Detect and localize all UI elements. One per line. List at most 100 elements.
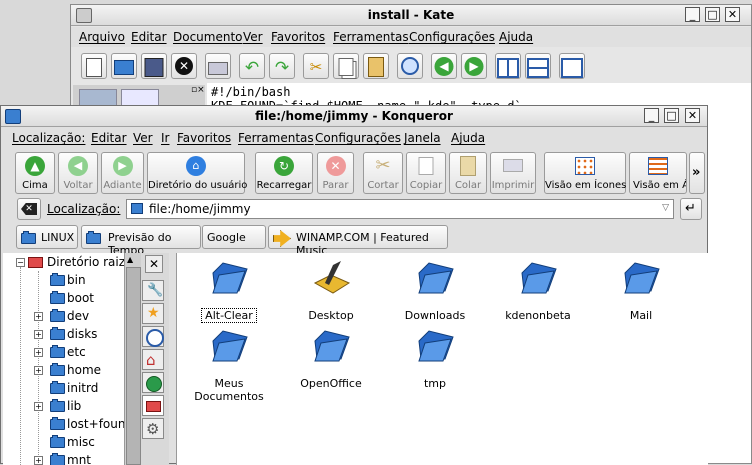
up-button[interactable]: ▲ Cima — [15, 152, 55, 194]
scroll-thumb[interactable] — [126, 267, 141, 465]
konq-titlebar[interactable]: file:/home/jimmy - Konqueror _ □ ✕ — [1, 106, 707, 127]
tree-expand-icon[interactable]: + — [34, 402, 43, 411]
kate-menu-arquivo[interactable]: Arquivo — [79, 30, 125, 44]
sidebar-tab-home[interactable]: ⌂ — [142, 349, 164, 370]
kate-split-vertical-button[interactable] — [495, 53, 521, 79]
file-item-meus-documentos[interactable]: Meus Documentos — [179, 329, 279, 403]
tree-item-initrd[interactable]: initrd — [3, 379, 123, 397]
navigation-tree-panel[interactable]: − Diretório raiz bin boot + dev + disks + e… — [3, 253, 142, 465]
kate-menu-documento[interactable]: Documento — [173, 30, 243, 44]
kate-redo-button[interactable]: ↷ — [269, 53, 295, 79]
scroll-up-arrow[interactable]: ▲ — [127, 255, 133, 264]
tree-item-lost-found[interactable]: lost+found — [3, 415, 133, 433]
tree-expand-icon[interactable]: + — [34, 366, 43, 375]
kate-menu-favoritos[interactable]: Favoritos — [271, 30, 325, 44]
icon-view-button[interactable]: Visão em Ícones — [544, 152, 626, 194]
kate-save-button[interactable] — [141, 53, 167, 79]
copy-button[interactable]: Copiar — [406, 152, 446, 194]
kate-menu-ferramentas[interactable]: Ferramentas — [333, 30, 409, 44]
tree-item-misc[interactable]: misc — [3, 433, 123, 451]
kate-paste-button[interactable] — [363, 53, 389, 79]
konq-menu-configuracoes[interactable]: Configurações — [315, 131, 401, 145]
location-dropdown-icon[interactable]: ▽ — [662, 203, 669, 213]
paste-button[interactable]: Colar — [449, 152, 487, 194]
tree-expand-icon[interactable]: + — [34, 348, 43, 357]
sidebar-tab-bookmarks[interactable]: ★ — [142, 303, 164, 324]
kate-close-view-button[interactable] — [559, 53, 585, 79]
kate-menu-ajuda[interactable]: Ajuda — [499, 30, 533, 44]
file-item-downloads[interactable]: Downloads — [385, 261, 485, 325]
konq-menu-localizacao[interactable]: Localização: — [12, 131, 85, 145]
tree-expand-icon[interactable]: + — [34, 330, 43, 339]
kate-open-button[interactable] — [111, 53, 137, 79]
konq-menu-ajuda[interactable]: Ajuda — [451, 131, 485, 145]
tree-item-home[interactable]: + home — [3, 361, 123, 379]
sidebar-tab-network[interactable] — [142, 372, 164, 393]
home-button[interactable]: ⌂ Diretório do usuário — [147, 152, 247, 194]
file-item-alt-clear[interactable]: Alt-Clear — [179, 261, 279, 325]
go-button[interactable]: ↵ — [680, 198, 702, 220]
konq-menu-ferramentas[interactable]: Ferramentas — [238, 131, 314, 145]
tree-item-bin[interactable]: bin — [3, 271, 123, 289]
kate-undo-button[interactable]: ↶ — [239, 53, 265, 79]
kate-minimize-button[interactable]: _ — [685, 7, 700, 22]
tree-root-collapse[interactable]: − — [16, 258, 25, 267]
kate-copy-button[interactable] — [333, 53, 359, 79]
kate-close-doc-button[interactable]: ✕ — [171, 53, 197, 79]
kate-maximize-button[interactable]: □ — [705, 7, 720, 22]
kate-back-button[interactable]: ◀ — [431, 53, 457, 79]
file-item-openoffice[interactable]: OpenOffice — [281, 329, 381, 393]
konq-menu-ir[interactable]: Ir — [161, 131, 169, 145]
forward-button[interactable]: ▶ Adiante — [101, 152, 144, 194]
kate-menu-ver[interactable]: Ver — [243, 30, 263, 44]
file-item-mail[interactable]: Mail — [591, 261, 691, 325]
toolbar-more-button[interactable]: » — [689, 152, 705, 194]
tree-view-button[interactable]: Visão em Ár — [629, 152, 687, 194]
back-button[interactable]: ◀ Voltar — [58, 152, 98, 194]
tree-item-dev[interactable]: + dev — [3, 307, 123, 325]
clear-location-button[interactable]: ✕ — [17, 198, 41, 220]
tree-item-boot[interactable]: boot — [3, 289, 123, 307]
kate-split-horizontal-button[interactable] — [525, 53, 551, 79]
kate-close-button[interactable]: ✕ — [725, 7, 740, 22]
bookmark-winamp-link[interactable]: WINAMP.COM | Featured Music — [268, 225, 448, 257]
print-button[interactable]: Imprimir — [490, 152, 536, 194]
kate-find-button[interactable] — [397, 53, 423, 79]
reload-button[interactable]: ↻ Recarregar — [255, 152, 313, 194]
bookmark-google-link[interactable]: Google — [202, 225, 266, 249]
tree-scrollbar[interactable]: ▲ — [124, 253, 141, 465]
bookmark-previsao-folder[interactable]: Previsão do Tempo — [81, 225, 201, 257]
konq-menu-favoritos[interactable]: Favoritos — [177, 131, 231, 145]
sidebar-close-button[interactable]: ✕ — [145, 255, 163, 273]
kate-new-button[interactable] — [81, 53, 107, 79]
konq-menu-ver[interactable]: Ver — [133, 131, 153, 145]
tree-expand-icon[interactable]: + — [34, 312, 43, 321]
tree-item-mnt[interactable]: + mnt — [3, 451, 123, 465]
sidebar-tab-settings[interactable]: ⚙ — [142, 418, 164, 439]
kate-panel-close-icon[interactable]: ▫× — [191, 85, 205, 95]
konq-menu-editar[interactable]: Editar — [91, 131, 127, 145]
tree-root-label[interactable]: Diretório raiz — [47, 255, 125, 269]
sidebar-tab-services[interactable]: 🔧 — [142, 280, 164, 301]
konq-menu-janela[interactable]: Janela — [404, 131, 441, 145]
file-item-desktop[interactable]: Desktop — [281, 261, 381, 325]
tree-item-etc[interactable]: + etc — [3, 343, 123, 361]
kate-menu-editar[interactable]: Editar — [131, 30, 167, 44]
sidebar-tab-root-folder[interactable] — [142, 395, 164, 416]
kate-menu-configuracoes[interactable]: Configurações — [409, 30, 495, 44]
file-icon-view[interactable]: Alt-Clear Desktop Downloads kdenonbeta M… — [176, 253, 708, 465]
kate-cut-button[interactable]: ✂ — [303, 53, 329, 79]
konq-close-button[interactable]: ✕ — [685, 108, 700, 123]
stop-button[interactable]: ✕ Parar — [317, 152, 354, 194]
kate-titlebar[interactable]: install - Kate _ □ ✕ — [71, 5, 751, 26]
kate-print-button[interactable] — [205, 53, 231, 79]
konq-maximize-button[interactable]: □ — [664, 108, 679, 123]
tree-item-disks[interactable]: + disks — [3, 325, 123, 343]
kate-forward-button[interactable]: ▶ — [461, 53, 487, 79]
bookmark-linux-folder[interactable]: LINUX — [16, 225, 78, 249]
sidebar-tab-history[interactable] — [142, 326, 164, 347]
cut-button[interactable]: ✂ Cortar — [363, 152, 403, 194]
konq-minimize-button[interactable]: _ — [644, 108, 659, 123]
file-item-kdenonbeta[interactable]: kdenonbeta — [488, 261, 588, 325]
location-field[interactable]: file:/home/jimmy ▽ — [126, 199, 674, 219]
